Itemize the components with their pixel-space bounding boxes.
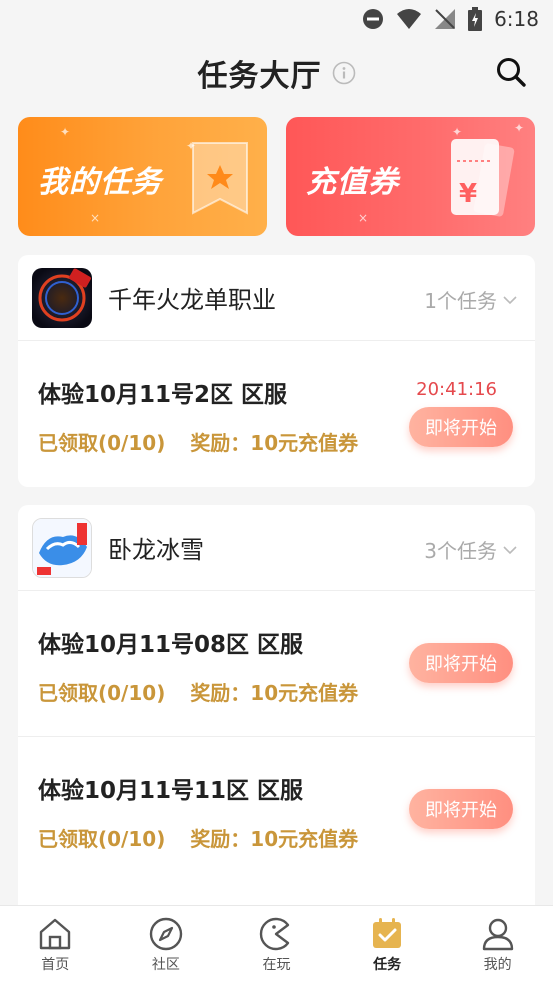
countdown-timer: 20:41:16	[416, 379, 497, 400]
tab-label: 任务	[373, 956, 402, 973]
page-header: 任务大厅	[0, 38, 553, 108]
start-soon-button[interactable]: 即将开始	[409, 643, 513, 683]
home-icon	[40, 918, 71, 949]
tab-label: 社区	[151, 956, 180, 973]
tab-label: 在玩	[262, 956, 291, 973]
game-icon	[32, 517, 92, 578]
my-tasks-label: 我的任务	[38, 165, 162, 200]
task-meta: 已领取(0/10) 奖励：10元充值券	[38, 427, 358, 456]
task-count-label: 3个任务	[424, 539, 497, 563]
wifi-icon	[396, 8, 422, 30]
sparkle-icon: ×	[358, 211, 369, 225]
game-card: 正版 千年火龙单职业 1个任务 体验10月11号2区 区服 20:41:16 已…	[18, 255, 535, 487]
task-title: 体验10月11号08区 区服	[38, 632, 304, 658]
game-icon: 正版	[32, 267, 92, 328]
my-tasks-banner[interactable]: ✦ ✦ × 我的任务	[18, 117, 267, 236]
game-card-header[interactable]: 卧龙冰雪 3个任务	[18, 505, 535, 591]
tab-tasks[interactable]: 任务	[332, 906, 443, 983]
tab-home[interactable]: 首页	[0, 906, 111, 983]
game-card-header[interactable]: 正版 千年火龙单职业 1个任务	[18, 255, 535, 341]
task-item: 体验10月11号2区 区服 20:41:16 已领取(0/10) 奖励：10元充…	[18, 341, 535, 487]
tab-label: 首页	[41, 956, 70, 973]
tab-profile[interactable]: 我的	[442, 906, 553, 983]
reward-text: 奖励：10元充值券	[190, 681, 359, 705]
sparkle-icon: ✦	[60, 125, 71, 139]
task-item: 体验10月11号08区 区服 已领取(0/10) 奖励：10元充值券 即将开始	[18, 591, 535, 737]
task-count-label: 1个任务	[424, 289, 497, 313]
game-name: 卧龙冰雪	[108, 536, 204, 564]
battery-icon	[468, 7, 483, 31]
voucher-ticket-icon: ¥	[445, 135, 519, 223]
chevron-down-icon	[503, 545, 517, 554]
game-name: 千年火龙单职业	[108, 286, 276, 314]
task-meta: 已领取(0/10) 奖励：10元充值券	[38, 823, 358, 852]
start-soon-button[interactable]: 即将开始	[409, 789, 513, 829]
status-bar: 6:18	[0, 0, 553, 38]
tab-playing[interactable]: 在玩	[221, 906, 332, 983]
compass-icon	[149, 917, 183, 950]
task-count[interactable]: 1个任务	[424, 285, 517, 314]
user-icon	[482, 918, 513, 950]
task-title: 体验10月11号11区 区服	[38, 778, 304, 804]
game-card: 卧龙冰雪 3个任务 体验10月11号08区 区服 已领取(0/10) 奖励：10…	[18, 505, 535, 915]
reward-text: 奖励：10元充值券	[190, 431, 359, 455]
task-title: 体验10月11号2区 区服	[38, 382, 288, 408]
page-title: 任务大厅	[197, 59, 322, 94]
bottom-tab-bar: 首页 社区 在玩 任务 我的	[0, 905, 553, 983]
task-count[interactable]: 3个任务	[424, 535, 517, 564]
task-meta: 已领取(0/10) 奖励：10元充值券	[38, 677, 358, 706]
sparkle-icon: ✦	[514, 121, 525, 135]
task-icon	[373, 917, 402, 948]
yen-symbol: ¥	[459, 179, 478, 209]
no-signal-icon	[434, 8, 456, 30]
search-button[interactable]	[493, 54, 529, 90]
tab-community[interactable]: 社区	[111, 906, 222, 983]
claimed-status: 已领取(0/10)	[38, 431, 166, 455]
voucher-label: 充值券	[306, 165, 399, 200]
tab-label: 我的	[483, 956, 512, 973]
pacman-icon	[260, 917, 290, 950]
dnd-icon	[362, 8, 384, 30]
start-soon-button[interactable]: 即将开始	[409, 407, 513, 447]
task-bookmark-icon	[189, 139, 251, 221]
reward-text: 奖励：10元充值券	[190, 827, 359, 851]
sparkle-icon: ×	[90, 211, 101, 225]
claimed-status: 已领取(0/10)	[38, 681, 166, 705]
info-icon[interactable]	[332, 61, 356, 85]
clock: 6:18	[494, 7, 539, 31]
voucher-banner[interactable]: ✦ ✦ × 充值券 ¥	[286, 117, 535, 236]
search-icon	[497, 58, 526, 87]
claimed-status: 已领取(0/10)	[38, 827, 166, 851]
task-item: 体验10月11号11区 区服 已领取(0/10) 奖励：10元充值券 即将开始	[18, 737, 535, 883]
chevron-down-icon	[503, 295, 517, 304]
